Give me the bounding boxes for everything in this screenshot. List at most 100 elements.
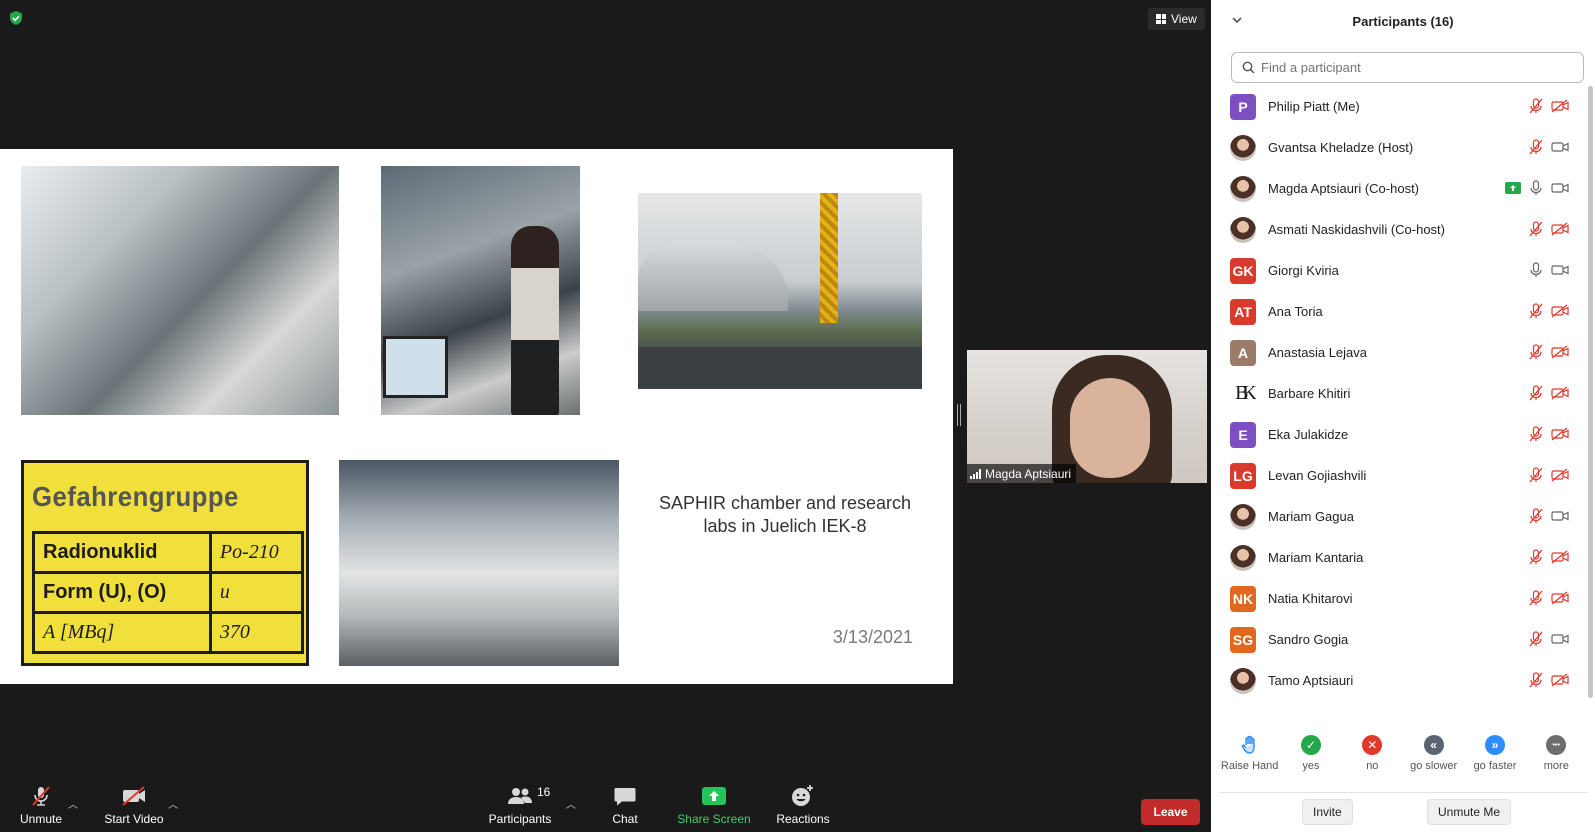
video-off-icon (1551, 304, 1569, 318)
reaction-go-slower[interactable]: « go slower (1403, 735, 1464, 785)
participant-status-icons (1529, 631, 1569, 647)
warning-label: Radionuklid (32, 531, 212, 574)
reactions-smiley-icon (792, 785, 813, 806)
participant-row[interactable]: Tamo Aptsiauri (1211, 660, 1583, 701)
view-button[interactable]: View (1148, 8, 1205, 30)
avatar (1230, 134, 1256, 161)
encryption-shield-icon[interactable] (8, 10, 24, 26)
video-off-icon (1551, 386, 1569, 400)
warning-label: Form (U), (O) (32, 571, 212, 614)
start-video-button[interactable]: Start Video (102, 784, 166, 832)
reaction-yes[interactable]: ✓ yes (1280, 735, 1341, 785)
avatar: SG (1230, 626, 1256, 653)
participant-row[interactable]: SG Sandro Gogia (1211, 619, 1583, 660)
reaction-raise-hand[interactable]: Raise Hand (1219, 735, 1280, 785)
participants-icon (508, 788, 532, 804)
participant-status-icons (1529, 344, 1569, 360)
chat-label: Chat (612, 812, 638, 826)
video-off-icon (1551, 99, 1569, 113)
participant-row[interactable]: A Anastasia Lejava (1211, 332, 1583, 373)
slide-date: 3/13/2021 (832, 627, 913, 647)
video-options-chevron-icon[interactable]: ︿ (168, 796, 178, 811)
participant-row[interactable]: Asmati Naskidashvili (Co-host) (1211, 209, 1583, 250)
invite-button[interactable]: Invite (1302, 799, 1353, 825)
participant-row[interactable]: Magda Aptsiauri (Co-host) (1211, 168, 1583, 209)
warning-value: u (208, 571, 305, 614)
mic-muted-icon (1529, 467, 1543, 483)
warning-table: Radionuklid Po-210 Form (U), (O) u A [MB… (32, 531, 305, 654)
mic-muted-icon (1529, 344, 1543, 360)
mic-muted-icon (1529, 385, 1543, 401)
participant-search[interactable] (1231, 52, 1584, 83)
warning-value: Po-210 (208, 531, 305, 574)
participant-video (1070, 378, 1150, 478)
collapse-chevron-icon[interactable] (1231, 14, 1243, 26)
share-screen-label: Share Screen (677, 812, 751, 826)
video-off-icon (122, 786, 145, 806)
participant-status-icons (1529, 98, 1569, 114)
participant-name: Sandro Gogia (1268, 632, 1349, 647)
avatar: NK (1230, 585, 1256, 612)
chat-button[interactable]: Chat (607, 784, 643, 832)
video-tile[interactable]: Magda Aptsiauri (967, 350, 1207, 483)
video-icon (1551, 142, 1569, 152)
reaction-more[interactable]: ••• more (1526, 735, 1587, 785)
share-screen-button[interactable]: Share Screen (676, 784, 752, 832)
participants-options-chevron-icon[interactable]: ︿ (566, 796, 576, 811)
reaction-go-faster[interactable]: » go faster (1464, 735, 1525, 785)
avatar (1230, 216, 1256, 243)
video-off-icon (1551, 222, 1569, 236)
reaction-label: yes (1302, 760, 1320, 772)
video-off-icon (1551, 550, 1569, 564)
avatar: GK (1230, 257, 1256, 284)
participant-name: Ana Toria (1268, 304, 1323, 319)
participant-row[interactable]: Mariam Kantaria (1211, 537, 1583, 578)
avatar: BK (1230, 380, 1256, 407)
participant-list-scrollbar[interactable] (1588, 86, 1593, 698)
participant-row[interactable]: BK Barbare Khitiri (1211, 373, 1583, 414)
search-input[interactable] (1261, 60, 1561, 75)
avatar (1230, 503, 1256, 530)
leave-button[interactable]: Leave (1141, 799, 1200, 825)
avatar: LG (1230, 462, 1256, 489)
lab-corridor-photo (339, 460, 619, 666)
unmute-button[interactable]: Unmute (18, 784, 64, 832)
search-icon (1242, 61, 1255, 74)
participant-name: Natia Khitarovi (1268, 591, 1353, 606)
participant-row[interactable]: NK Natia Khitarovi (1211, 578, 1583, 619)
panel-title: Participants (16) (1352, 13, 1454, 29)
mic-muted-icon (1529, 426, 1543, 442)
participant-row[interactable]: P Philip Piatt (Me) (1211, 86, 1583, 127)
participant-name: Tamo Aptsiauri (1268, 673, 1354, 688)
reaction-label: Raise Hand (1220, 760, 1279, 772)
video-off-icon (1551, 673, 1569, 687)
reaction-no[interactable]: ✕ no (1342, 735, 1403, 785)
participant-status-icons (1529, 508, 1569, 524)
raise-hand-icon (1241, 735, 1255, 754)
participant-row[interactable]: Gvantsa Kheladze (Host) (1211, 127, 1583, 168)
reactions-button[interactable]: Reactions (774, 784, 832, 832)
participant-row[interactable]: AT Ana Toria (1211, 291, 1583, 332)
reaction-label: go faster (1473, 760, 1517, 772)
audio-options-chevron-icon[interactable]: ︿ (68, 796, 78, 811)
lab-photo-1 (21, 166, 339, 415)
unmute-me-button[interactable]: Unmute Me (1427, 799, 1512, 825)
sharing-screen-icon (1505, 182, 1521, 194)
avatar (1230, 175, 1256, 202)
split-drag-handle[interactable] (957, 404, 961, 426)
participant-status-icons (1529, 262, 1569, 278)
more-icon: ••• (1546, 735, 1567, 755)
meeting-stage: View Gefahrengruppe Radionuklid Po-210 F… (0, 0, 1211, 832)
reactions-label: Reactions (776, 812, 830, 826)
participant-row[interactable]: GK Giorgi Kviria (1211, 250, 1583, 291)
participants-button[interactable]: 16 Participants (484, 784, 556, 832)
lab-photo-2 (381, 166, 580, 415)
participant-row[interactable]: Mariam Gagua (1211, 496, 1583, 537)
participant-name: Anastasia Lejava (1268, 345, 1368, 360)
avatar: P (1230, 93, 1256, 120)
participant-row[interactable]: LG Levan Gojiashvili (1211, 455, 1583, 496)
panel-header: Participants (16) (1211, 0, 1595, 42)
participant-row[interactable]: E Eka Julakidze (1211, 414, 1583, 455)
reaction-label: no (1366, 760, 1379, 772)
share-screen-icon (702, 787, 726, 805)
